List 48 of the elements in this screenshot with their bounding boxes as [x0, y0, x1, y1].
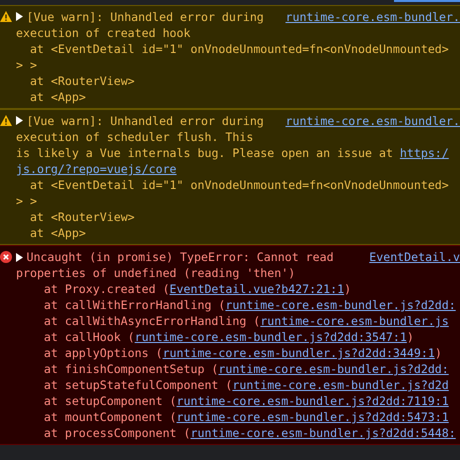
console-text: execution of scheduler flush. This — [16, 129, 254, 145]
console-text: at Proxy.created ( — [44, 281, 170, 297]
error-icon — [0, 251, 12, 263]
source-link[interactable]: https:/ — [400, 145, 449, 161]
expand-triangle-icon[interactable] — [16, 12, 23, 21]
source-link[interactable]: runtime-core.esm-bundler.js?d2dd:5473:1 — [176, 409, 449, 425]
console-text: Uncaught (in promise) TypeError: Cannot read — [26, 249, 334, 265]
console-text: at setupStatefulComponent ( — [44, 377, 232, 393]
console-text: at <App> — [30, 225, 86, 241]
console-text: at finishComponentSetup ( — [44, 361, 218, 377]
console-text: at applyOptions ( — [44, 345, 163, 361]
source-link[interactable]: runtime-core.esm-bundler.js — [260, 313, 449, 329]
console-text: at callWithErrorHandling ( — [44, 297, 226, 313]
console-text: execution of created hook — [16, 25, 191, 41]
console-text: at <EventDetail id="1" onVnodeUnmounted=fn<onVnodeUnmounted> — [30, 41, 449, 57]
console-text: at callWithAsyncErrorHandling ( — [44, 313, 260, 329]
console-text: [Vue warn]: Unhandled error during — [26, 9, 264, 25]
console-text: [Vue warn]: Unhandled error during — [26, 113, 264, 129]
console-text: ) — [344, 281, 352, 297]
source-link[interactable]: runtime-core.esm-bundler.js?d2dd: — [225, 297, 456, 313]
source-link[interactable]: EventDetail.v — [369, 249, 460, 265]
console-text: > > — [16, 193, 37, 209]
expand-triangle-icon[interactable] — [16, 116, 23, 125]
source-link[interactable]: runtime-core.esm-bundler. — [285, 9, 460, 25]
console-text: at <App> — [30, 89, 86, 105]
expand-triangle-icon[interactable] — [16, 252, 23, 262]
active-tab-indicator — [394, 0, 460, 2]
source-link[interactable]: runtime-core.esm-bundler.js?d2d — [232, 377, 449, 393]
console-text: at callHook ( — [44, 329, 135, 345]
source-link[interactable]: EventDetail.vue?b427:21:1 — [170, 281, 344, 297]
console-text: at setupComponent ( — [44, 393, 177, 409]
source-link[interactable]: runtime-core.esm-bundler.js?d2dd:5448: — [190, 425, 456, 441]
console-text: at <RouterView> — [30, 209, 135, 225]
console-text: at processComponent ( — [44, 425, 190, 441]
console-text: ) — [434, 345, 442, 361]
source-link[interactable]: js.org/?repo=vuejs/core — [16, 161, 177, 177]
console-text: ) — [406, 329, 414, 345]
console-text: is likely a Vue internals bug. Please open an issue at — [16, 145, 394, 161]
source-link[interactable]: runtime-core.esm-bundler.js?d2dd:3449:1 — [162, 345, 435, 361]
console-text: at <EventDetail id="1" onVnodeUnmounted=fn<onVnodeUnmounted> — [30, 177, 449, 193]
source-link[interactable]: runtime-core.esm-bundler.js?d2dd:7119:1 — [176, 393, 449, 409]
source-link[interactable]: runtime-core.esm-bundler.js?d2dd: — [218, 361, 449, 377]
console-text: > > — [16, 57, 37, 73]
console-text: properties of undefined (reading 'then') — [16, 265, 296, 281]
console-text: at <RouterView> — [30, 73, 135, 89]
console-text: at mountComponent ( — [44, 409, 177, 425]
source-link[interactable]: runtime-core.esm-bundler. — [285, 113, 460, 129]
source-link[interactable]: runtime-core.esm-bundler.js?d2dd:3547:1 — [134, 329, 407, 345]
